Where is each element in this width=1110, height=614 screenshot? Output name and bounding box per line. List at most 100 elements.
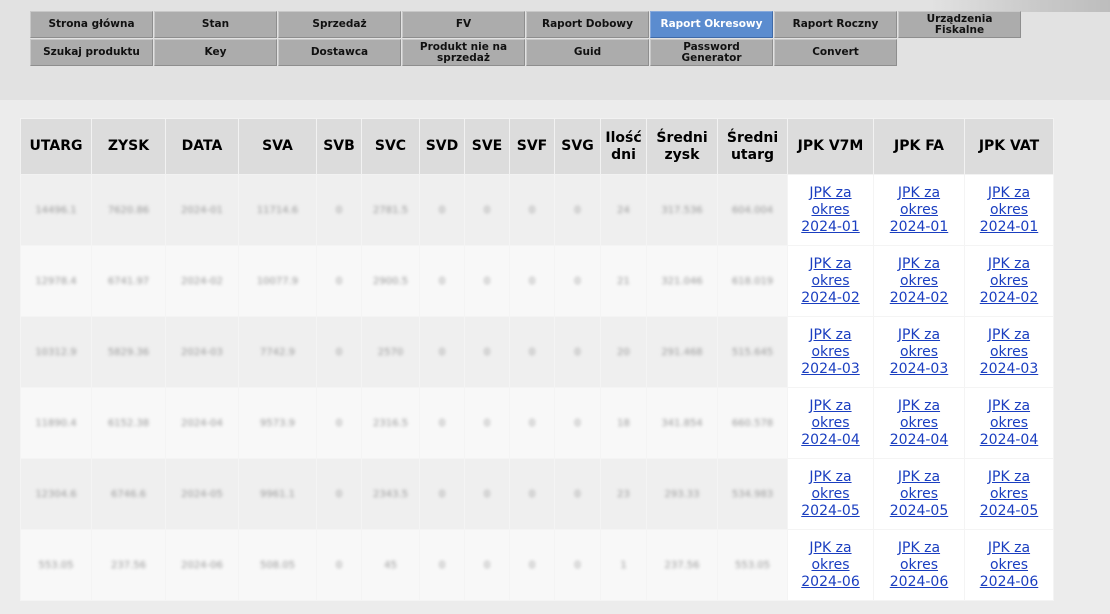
nav-button-szukaj-produktu[interactable]: Szukaj produktu xyxy=(30,39,153,66)
link-text-line: JPK za xyxy=(987,184,1031,201)
cell-svf: 0 xyxy=(509,387,555,459)
cell-zysk: 5829.36 xyxy=(91,316,166,388)
nav-button-stan[interactable]: Stan xyxy=(154,11,277,38)
cell-utarg: 553.05 xyxy=(20,529,92,601)
table-header-row: UTARG ZYSK DATA SVA SVB SVC SVD SVE SVF SVG Ilość … xyxy=(20,118,1054,175)
cell-svc: 2781.5 xyxy=(361,174,420,246)
blurred-value: 2343.5 xyxy=(373,488,408,500)
blurred-value: 293.33 xyxy=(664,488,700,500)
cell-sredni-zysk: 293.33 xyxy=(646,458,718,530)
jpk-v7m-link[interactable]: JPK za okres 2024-01 xyxy=(790,185,871,236)
cell-svb: 0 xyxy=(316,316,362,388)
cell-sva: 7742.9 xyxy=(238,316,317,388)
nav-button-raport-roczny[interactable]: Raport Roczny xyxy=(774,11,897,38)
link-text-line: okres xyxy=(899,556,939,573)
nav-button-raport-dobowy[interactable]: Raport Dobowy xyxy=(526,11,649,38)
nav-button-produkt-nie-na-sprzedaz[interactable]: Produkt nie na sprzedaż xyxy=(402,39,525,66)
jpk-vat-link[interactable]: JPK za okres 2024-03 xyxy=(967,327,1051,378)
nav-button-raport-okresowy[interactable]: Raport Okresowy xyxy=(650,11,773,38)
jpk-fa-link[interactable]: JPK za okres 2024-05 xyxy=(876,469,962,520)
link-text-line: 2024-01 xyxy=(889,218,949,235)
link-text-line: okres xyxy=(899,343,939,360)
jpk-vat-link[interactable]: JPK za okres 2024-04 xyxy=(967,398,1051,449)
cell-dni: 1 xyxy=(600,529,647,601)
header-jpk-vat: JPK VAT xyxy=(964,118,1054,175)
table-row: 14496.1 7620.86 2024-01 11714.6 0 2781.5 0 0 0 0 2… xyxy=(20,174,1054,246)
blurred-value: 553.05 xyxy=(38,559,74,571)
jpk-v7m-link[interactable]: JPK za okres 2024-03 xyxy=(790,327,871,378)
blurred-value: 0 xyxy=(335,346,343,358)
nav-button-sprzedaz[interactable]: Sprzedaż xyxy=(278,11,401,38)
blurred-value: 11890.4 xyxy=(35,417,77,429)
blurred-value: 0 xyxy=(335,204,343,216)
jpk-fa-link[interactable]: JPK za okres 2024-06 xyxy=(876,540,962,591)
nav-button-dostawca[interactable]: Dostawca xyxy=(278,39,401,66)
link-text-line: okres xyxy=(989,556,1029,573)
link-text-line: JPK za xyxy=(987,255,1031,272)
link-text-line: JPK za xyxy=(897,539,941,556)
cell-svd: 0 xyxy=(419,458,465,530)
jpk-vat-link[interactable]: JPK za okres 2024-06 xyxy=(967,540,1051,591)
cell-jpk-vat: JPK za okres 2024-03 xyxy=(964,316,1054,388)
nav-button-convert[interactable]: Convert xyxy=(774,39,897,66)
nav-button-guid[interactable]: Guid xyxy=(526,39,649,66)
blurred-value: 0 xyxy=(528,275,536,287)
nav-button-password-generator[interactable]: Password Generator xyxy=(650,39,773,66)
cell-zysk: 7620.86 xyxy=(91,174,166,246)
cell-sve: 0 xyxy=(464,387,510,459)
cell-svc: 2570 xyxy=(361,316,420,388)
blurred-value: 6152.38 xyxy=(107,417,150,429)
link-text-line: okres xyxy=(989,485,1029,502)
blurred-value: 2024-04 xyxy=(181,417,223,429)
link-text-line: 2024-02 xyxy=(889,289,949,306)
cell-zysk: 6746.6 xyxy=(91,458,166,530)
nav-button-strona-glowna[interactable]: Strona główna xyxy=(30,11,153,38)
link-text-line: okres xyxy=(811,272,850,289)
cell-utarg: 12304.6 xyxy=(20,458,92,530)
header-sredni-zysk: Średni zysk xyxy=(646,118,718,175)
jpk-fa-link[interactable]: JPK za okres 2024-03 xyxy=(876,327,962,378)
header-sve: SVE xyxy=(464,118,510,175)
cell-data: 2024-06 xyxy=(165,529,239,601)
cell-jpk-v7m: JPK za okres 2024-06 xyxy=(787,529,874,601)
nav-button-fv[interactable]: FV xyxy=(402,11,525,38)
jpk-fa-link[interactable]: JPK za okres 2024-02 xyxy=(876,256,962,307)
link-text-line: 2024-04 xyxy=(889,431,949,448)
cell-svg: 0 xyxy=(554,387,601,459)
nav-button-urzadzenia-fiskalne[interactable]: Urządzenia Fiskalne xyxy=(898,11,1021,38)
jpk-fa-link[interactable]: JPK za okres 2024-04 xyxy=(876,398,962,449)
cell-data: 2024-02 xyxy=(165,245,239,317)
link-text-line: 2024-06 xyxy=(801,573,860,590)
cell-sredni-utarg: 534.983 xyxy=(717,458,788,530)
jpk-vat-link[interactable]: JPK za okres 2024-01 xyxy=(967,185,1051,236)
jpk-vat-link[interactable]: JPK za okres 2024-05 xyxy=(967,469,1051,520)
nav-button-key[interactable]: Key xyxy=(154,39,277,66)
cell-svg: 0 xyxy=(554,316,601,388)
blurred-value: 2024-02 xyxy=(181,275,223,287)
link-text-line: okres xyxy=(899,414,939,431)
cell-jpk-vat: JPK za okres 2024-06 xyxy=(964,529,1054,601)
jpk-v7m-link[interactable]: JPK za okres 2024-05 xyxy=(790,469,871,520)
cell-sredni-utarg: 553.05 xyxy=(717,529,788,601)
cell-sredni-zysk: 321.046 xyxy=(646,245,718,317)
cell-svd: 0 xyxy=(419,245,465,317)
table-row: 12304.6 6746.6 2024-05 9961.1 0 2343.5 0 0 0 0 23 2… xyxy=(20,458,1054,530)
jpk-v7m-link[interactable]: JPK za okres 2024-04 xyxy=(790,398,871,449)
link-text-line: 2024-05 xyxy=(979,502,1039,519)
cell-svg: 0 xyxy=(554,458,601,530)
jpk-vat-link[interactable]: JPK za okres 2024-02 xyxy=(967,256,1051,307)
header-svd: SVD xyxy=(419,118,465,175)
cell-sredni-zysk: 341.854 xyxy=(646,387,718,459)
link-text-line: okres xyxy=(811,343,850,360)
link-text-line: JPK za xyxy=(987,397,1031,414)
link-text-line: JPK za xyxy=(809,397,852,414)
header-zysk: ZYSK xyxy=(91,118,166,175)
jpk-fa-link[interactable]: JPK za okres 2024-01 xyxy=(876,185,962,236)
blurred-value: 5829.36 xyxy=(107,346,150,358)
header-svg: SVG xyxy=(554,118,601,175)
cell-sve: 0 xyxy=(464,174,510,246)
blurred-value: 237.56 xyxy=(664,559,700,571)
jpk-v7m-link[interactable]: JPK za okres 2024-02 xyxy=(790,256,871,307)
jpk-v7m-link[interactable]: JPK za okres 2024-06 xyxy=(790,540,871,591)
link-text-line: JPK za xyxy=(897,326,941,343)
